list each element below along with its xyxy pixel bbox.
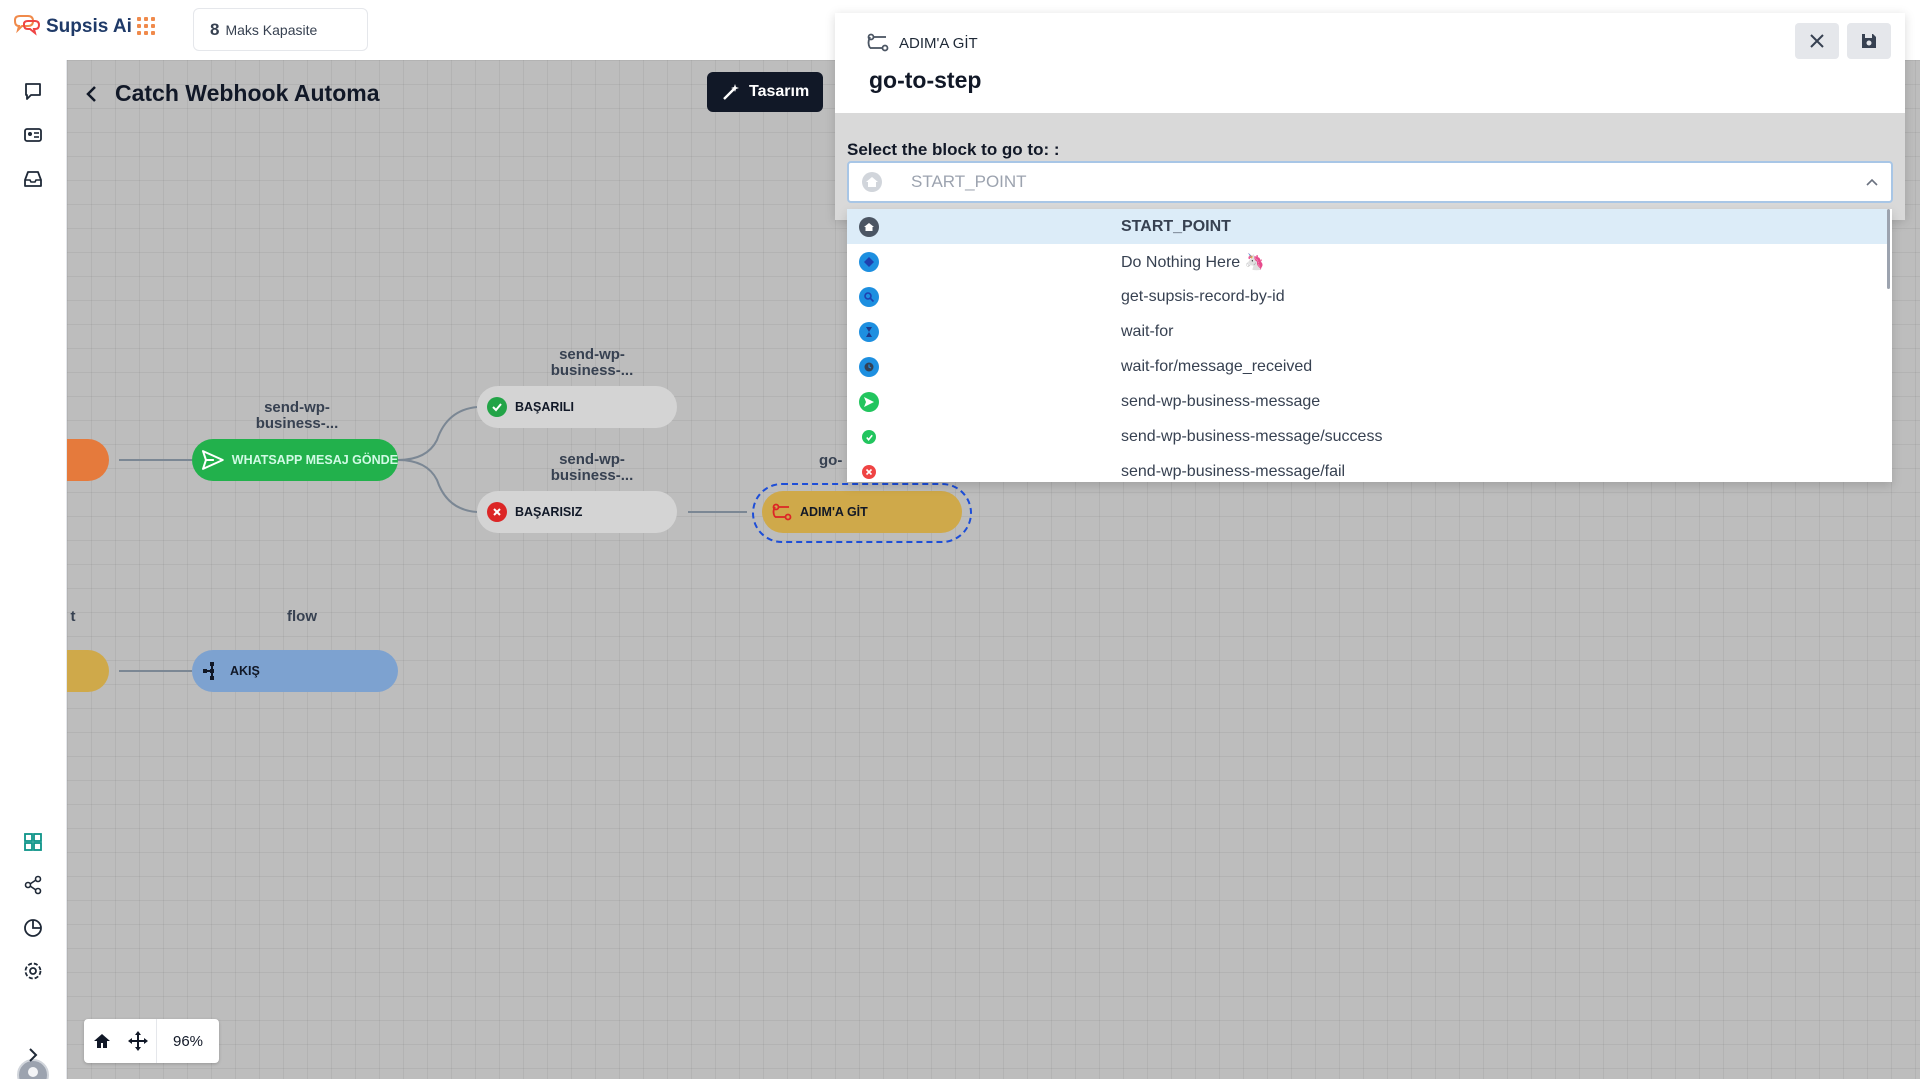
- node-goto-label: ADIM'A GİT: [800, 505, 868, 519]
- target-block-select[interactable]: START_POINT: [847, 161, 1893, 203]
- node-label-fail: send-wp- business-...: [550, 451, 634, 484]
- apps-grid-icon[interactable]: [137, 17, 155, 35]
- node-fail[interactable]: BAŞARISIZ: [477, 491, 677, 533]
- dropdown-option[interactable]: Do Nothing Here 🦄: [847, 244, 1887, 279]
- dropdown-option[interactable]: send-wp-business-message/success: [847, 419, 1887, 454]
- do-nothing-icon: [859, 252, 879, 272]
- goto-arrows-icon: [867, 33, 889, 52]
- target-block-value: START_POINT: [911, 172, 1027, 191]
- dropdown-option[interactable]: get-supsis-record-by-id: [847, 279, 1887, 314]
- app-logo[interactable]: Supsis Ai: [12, 14, 132, 40]
- chevron-right-icon[interactable]: [20, 1042, 46, 1068]
- dashboard-grid-icon[interactable]: [20, 829, 46, 855]
- node-success-label: BAŞARILI: [515, 400, 575, 414]
- dropdown-option[interactable]: START_POINT: [847, 209, 1887, 244]
- panel-step-name: go-to-step: [869, 67, 982, 93]
- node-yellow-partial[interactable]: [67, 650, 109, 692]
- flow-tree-icon: [203, 662, 214, 680]
- zoom-controls: 96%: [84, 1019, 220, 1063]
- node-success[interactable]: BAŞARILI: [477, 386, 677, 428]
- node-label-send-1: send-wp- business-...: [255, 399, 339, 432]
- search-icon: [859, 287, 879, 307]
- node-label-left: t: [70, 608, 76, 625]
- node-label-flow: flow: [287, 608, 317, 625]
- panel-header: ADIM'A GİT go-to-step: [835, 13, 1905, 113]
- check-icon: [487, 397, 507, 417]
- capacity-label: Maks Kapasite: [225, 21, 318, 38]
- inbox-icon[interactable]: [20, 166, 46, 192]
- gear-icon[interactable]: [20, 958, 46, 984]
- goto-arrows-icon: [772, 503, 792, 521]
- node-whatsapp-label: WHATSAPP MESAJ GÖNDE: [231, 453, 398, 467]
- node-whatsapp[interactable]: WHATSAPP MESAJ GÖNDE: [192, 439, 398, 481]
- step-settings-panel: ADIM'A GİT go-to-step Select the block t…: [835, 13, 1905, 220]
- hourglass-icon: [859, 322, 879, 342]
- target-block-dropdown: START_POINT Do Nothing Here 🦄 get-supsis…: [847, 209, 1892, 482]
- home-icon: [859, 217, 879, 237]
- dropdown-scrollbar[interactable]: [1887, 209, 1890, 289]
- home-icon[interactable]: [84, 1019, 120, 1063]
- capacity-number: 8: [210, 19, 220, 39]
- node-flow[interactable]: AKIŞ: [192, 650, 398, 692]
- capacity-badge[interactable]: 8 Maks Kapasite: [193, 8, 368, 51]
- dropdown-option[interactable]: send-wp-business-message/fail: [847, 454, 1887, 482]
- chevron-up-icon: [1866, 178, 1878, 186]
- save-button[interactable]: [1847, 23, 1891, 59]
- pie-chart-icon[interactable]: [20, 915, 46, 941]
- target-block-label: Select the block to go to: :: [847, 140, 1060, 159]
- node-orange-partial[interactable]: [67, 439, 109, 481]
- app-name: Supsis Ai: [46, 16, 132, 37]
- dropdown-option[interactable]: wait-for/message_received: [847, 349, 1887, 384]
- dropdown-option[interactable]: send-wp-business-message: [847, 384, 1887, 419]
- chat-icon[interactable]: [20, 78, 46, 104]
- left-sidebar: [0, 60, 67, 1079]
- x-icon: [487, 502, 507, 522]
- clock-icon: [859, 357, 879, 377]
- node-flow-label: AKIŞ: [230, 664, 260, 678]
- node-goto[interactable]: ADIM'A GİT: [762, 491, 962, 533]
- node-fail-label: BAŞARISIZ: [515, 505, 583, 519]
- panel-step-type: ADIM'A GİT: [867, 33, 978, 53]
- home-icon: [862, 172, 882, 192]
- x-icon: [862, 465, 876, 479]
- logo-icon: [14, 15, 41, 36]
- node-label-success: send-wp- business-...: [550, 346, 634, 379]
- send-icon: [202, 450, 224, 470]
- zoom-percent: 96%: [156, 1019, 219, 1063]
- close-icon: [1810, 34, 1824, 48]
- panel-step-type-label: ADIM'A GİT: [899, 34, 978, 52]
- send-icon: [859, 392, 879, 412]
- share-icon[interactable]: [20, 872, 46, 898]
- close-button[interactable]: [1795, 23, 1839, 59]
- save-icon: [1862, 34, 1876, 48]
- contact-card-icon[interactable]: [20, 122, 46, 148]
- dropdown-option[interactable]: wait-for: [847, 314, 1887, 349]
- check-icon: [862, 430, 876, 444]
- move-arrows-icon[interactable]: [120, 1019, 156, 1063]
